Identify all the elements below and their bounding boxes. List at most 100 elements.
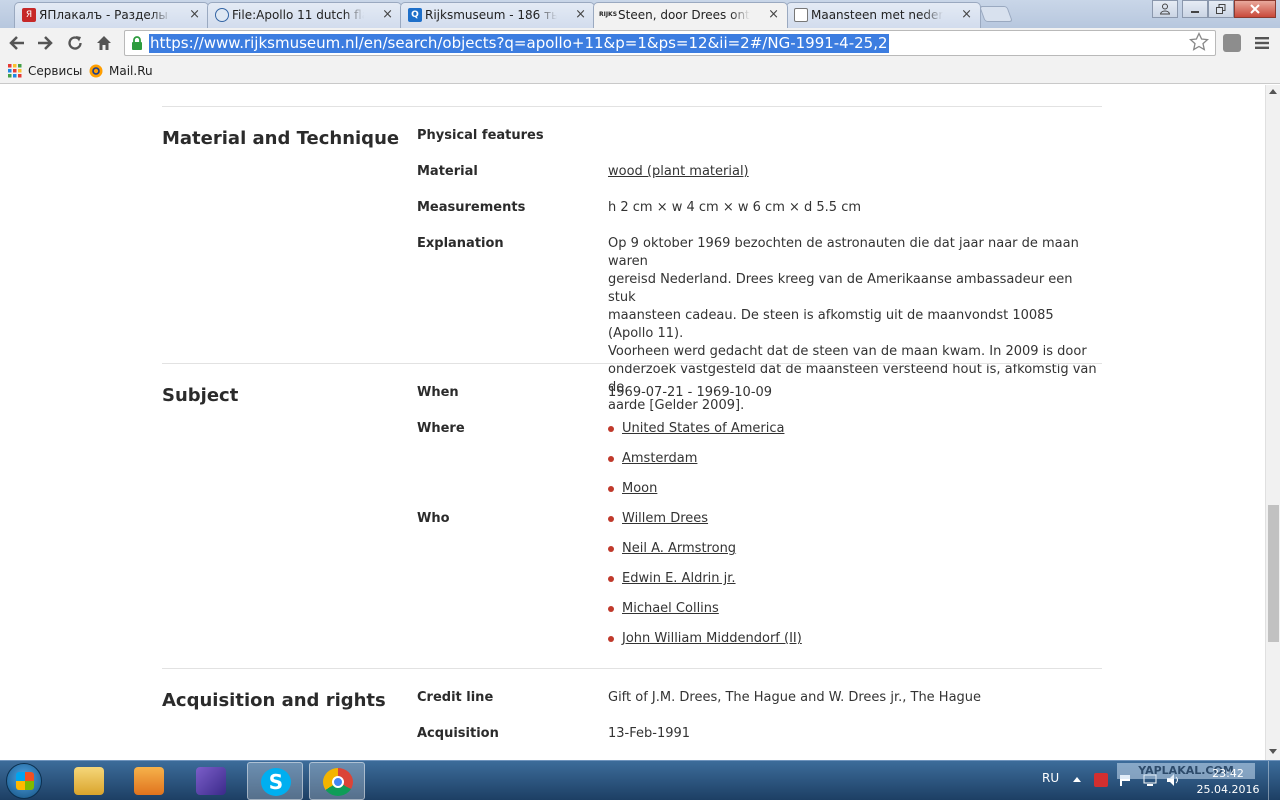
language-indicator[interactable]: RU <box>1042 771 1059 785</box>
scroll-down-icon[interactable] <box>1269 749 1277 755</box>
explanation-line: maansteen cadeau. De steen is afkomstig … <box>608 308 1054 341</box>
show-desktop-button[interactable] <box>1268 761 1280 800</box>
address-bar[interactable]: https://www.rijksmuseum.nl/en/search/obj… <box>124 30 1216 56</box>
explanation-label: Explanation <box>417 236 504 251</box>
document-icon <box>794 8 808 22</box>
profile-button[interactable] <box>1152 0 1178 18</box>
system-clock[interactable]: 23:42 25.04.2016 <box>1196 764 1260 798</box>
scrollbar-thumb[interactable] <box>1268 505 1279 642</box>
when-value: 1969-07-21 - 1969-10-09 <box>608 385 773 400</box>
who-link-edwin-aldrin[interactable]: Edwin E. Aldrin jr. <box>608 570 736 588</box>
forward-button[interactable] <box>33 31 57 55</box>
forward-arrow-icon <box>38 36 53 50</box>
who-link-michael-collins[interactable]: Michael Collins <box>608 600 719 618</box>
bookmark-services[interactable]: Сервисы <box>8 62 82 80</box>
windows-taskbar: S RU YAPLAKAL.COM 23:42 25.04.2016 <box>0 760 1280 800</box>
restore-icon <box>1216 4 1226 14</box>
restore-button[interactable] <box>1208 0 1234 18</box>
browser-toolbar: https://www.rijksmuseum.nl/en/search/obj… <box>0 28 1280 58</box>
scroll-up-icon[interactable] <box>1269 88 1277 94</box>
who-link-john-middendorf[interactable]: John William Middendorf (II) <box>608 630 802 648</box>
bookmark-label: Mail.Ru <box>109 64 153 78</box>
user-icon <box>1159 3 1171 15</box>
back-arrow-icon <box>9 36 24 50</box>
rijks-icon: RIJKS <box>598 11 618 18</box>
taskbar-file-explorer[interactable] <box>61 762 117 800</box>
file-explorer-icon <box>74 767 104 795</box>
windows-logo-icon <box>16 772 34 790</box>
close-icon[interactable]: × <box>575 3 586 27</box>
url-text[interactable]: https://www.rijksmuseum.nl/en/search/obj… <box>149 34 889 53</box>
bookmark-star-icon[interactable] <box>1189 32 1209 52</box>
close-icon[interactable]: × <box>382 3 393 27</box>
tab-title: File:Apollo 11 dutch flag a <box>232 8 364 22</box>
chrome-menu-button[interactable] <box>1254 33 1270 53</box>
who-link-neil-armstrong[interactable]: Neil A. Armstrong <box>608 540 736 558</box>
extension-icon[interactable] <box>1223 34 1241 52</box>
measurements-value: h 2 cm × w 4 cm × w 6 cm × d 5.5 cm <box>608 200 862 215</box>
where-link-amsterdam[interactable]: Amsterdam <box>608 450 697 468</box>
where-label: Where <box>417 421 465 436</box>
explanation-line: Op 9 oktober 1969 bezochten de astronaut… <box>608 236 1079 269</box>
credit-line-value: Gift of J.M. Drees, The Hague and W. Dre… <box>608 690 982 705</box>
back-button[interactable] <box>5 31 29 55</box>
tab-maansteen[interactable]: Maansteen met nederland × <box>786 2 981 28</box>
tab-steen-active[interactable]: RIJKS Steen, door Drees ontvang × <box>593 2 788 28</box>
taskbar-skype[interactable]: S <box>247 762 303 800</box>
taskbar-visual-studio[interactable] <box>183 762 239 800</box>
clock-time: 23:42 <box>1212 767 1244 780</box>
close-icon <box>1250 4 1260 14</box>
show-hidden-icons-icon[interactable] <box>1073 776 1081 782</box>
when-label: When <box>417 385 459 400</box>
section-divider <box>162 668 1102 669</box>
object-details-page: Material and Technique Physical features… <box>0 85 1265 760</box>
who-link-willem-drees[interactable]: Willem Drees <box>608 510 708 528</box>
media-player-icon <box>134 767 164 795</box>
section-title-acquisition: Acquisition and rights <box>162 690 386 711</box>
page-scrollbar[interactable] <box>1265 85 1280 760</box>
bookmark-mailru[interactable]: Mail.Ru <box>89 62 153 80</box>
physical-features-label: Physical features <box>417 128 544 143</box>
tab-rijksmuseum-search[interactable]: Q Rijksmuseum - 186 тыс. p × <box>400 2 595 28</box>
close-window-button[interactable] <box>1234 0 1276 18</box>
where-link-usa[interactable]: United States of America <box>608 420 784 438</box>
minimize-icon <box>1191 11 1199 13</box>
section-divider <box>162 106 1102 107</box>
hamburger-menu-icon <box>1255 37 1269 49</box>
tab-wikimedia[interactable]: File:Apollo 11 dutch flag a × <box>207 2 402 28</box>
taskbar-chrome[interactable] <box>309 762 365 800</box>
chrome-icon-center <box>332 776 344 788</box>
acquisition-value: 13-Feb-1991 <box>608 726 691 741</box>
section-divider <box>162 363 1102 364</box>
chrome-icon <box>323 768 353 796</box>
section-title-subject: Subject <box>162 385 239 406</box>
tab-strip: Я ЯПлакалъ - Разделы -> Li × File:Apollo… <box>0 0 1280 28</box>
taskbar-media-player[interactable] <box>121 762 177 800</box>
apps-grid-icon <box>8 64 22 78</box>
section-title-material: Material and Technique <box>162 128 400 149</box>
search-icon: Q <box>408 8 422 22</box>
tab-title: Rijksmuseum - 186 тыс. p <box>425 8 557 22</box>
explanation-line: Voorheen werd gedacht dat de steen van d… <box>608 344 1087 359</box>
acquisition-label: Acquisition <box>417 726 499 741</box>
credit-line-label: Credit line <box>417 690 494 705</box>
close-icon[interactable]: × <box>961 3 972 27</box>
yaplakal-icon: Я <box>22 8 36 22</box>
explanation-line: gereisd Nederland. Drees kreeg van de Am… <box>608 272 1073 305</box>
reload-button[interactable] <box>63 31 87 55</box>
material-link[interactable]: wood (plant material) <box>608 163 749 181</box>
home-button[interactable] <box>92 31 116 55</box>
close-icon[interactable]: × <box>768 3 779 27</box>
home-icon <box>97 36 111 50</box>
new-tab-button[interactable] <box>979 6 1013 22</box>
where-link-moon[interactable]: Moon <box>608 480 657 498</box>
bookmark-label: Сервисы <box>28 64 83 78</box>
tab-title: ЯПлакалъ - Разделы -> Li <box>39 8 171 22</box>
reload-icon <box>68 36 82 50</box>
skype-icon: S <box>261 768 291 796</box>
tab-yaplakal[interactable]: Я ЯПлакалъ - Разделы -> Li × <box>14 2 209 28</box>
antivirus-icon[interactable] <box>1094 773 1108 787</box>
start-button[interactable] <box>6 763 42 799</box>
close-icon[interactable]: × <box>189 3 200 27</box>
minimize-button[interactable] <box>1182 0 1208 18</box>
